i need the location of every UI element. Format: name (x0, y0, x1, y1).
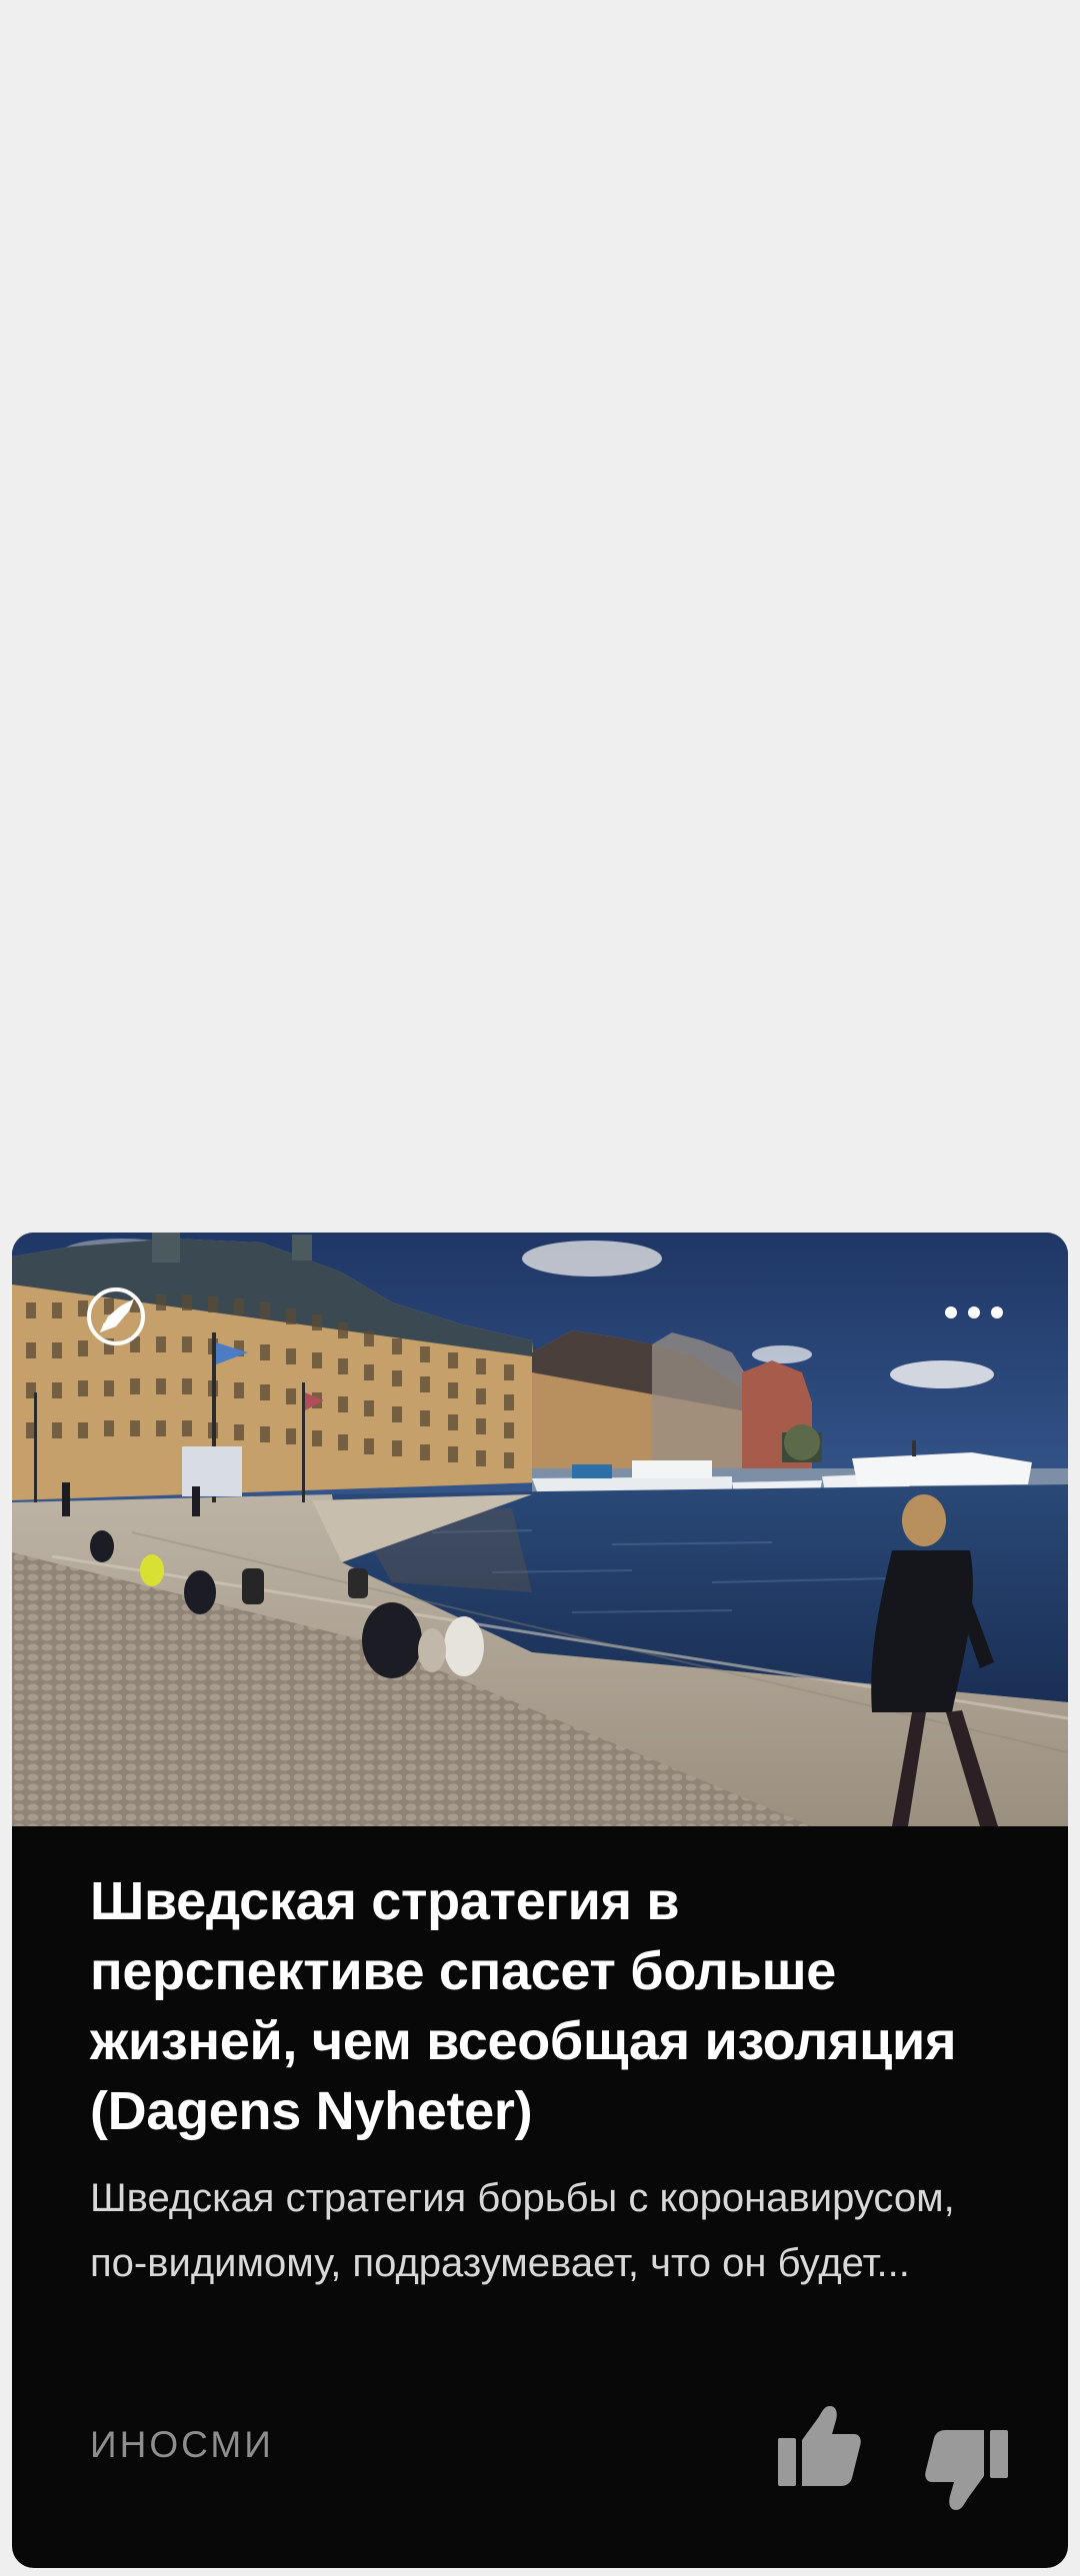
article-snippet: Шведская стратегия борьбы с коронавирусо… (90, 2176, 955, 2285)
article-headline[interactable]: Шведская стратегия в перспективе спасет … (90, 1866, 990, 2146)
card-footer: ИНОСМИ (90, 2396, 1016, 2510)
more-dot (991, 1306, 1003, 1318)
article-photo[interactable] (12, 1233, 1068, 1826)
more-options-button[interactable] (934, 1292, 1014, 1332)
news-card[interactable]: Шведская стратегия в перспективе спасет … (12, 1233, 1068, 2568)
dislike-button[interactable] (924, 2424, 1012, 2516)
source-name[interactable]: ИНОСМИ (90, 2424, 274, 2466)
rocket-icon (86, 1287, 146, 1346)
article-text[interactable]: Шведская стратегия в перспективе спасет … (90, 1866, 990, 2296)
more-dots-icon (945, 1306, 957, 1318)
like-button[interactable] (774, 2400, 862, 2492)
thumbs-up-icon (778, 2406, 861, 2486)
more-dot (968, 1306, 980, 1318)
thumbs-down-icon (925, 2430, 1008, 2510)
